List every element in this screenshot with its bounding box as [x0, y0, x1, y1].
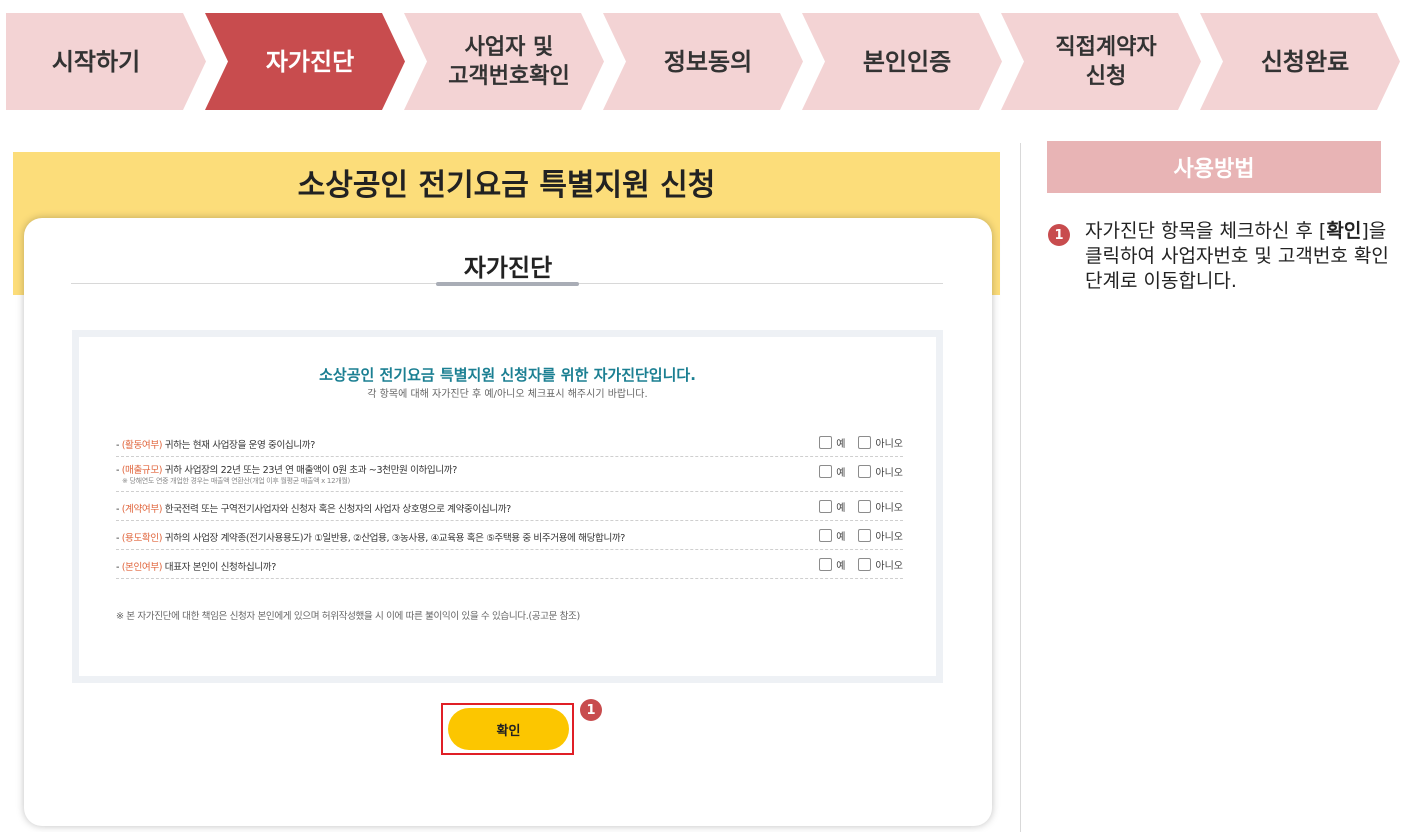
yes-option[interactable]: 예	[819, 435, 845, 450]
step-label-line1: 사업자 및	[464, 34, 554, 60]
survey-box: 소상공인 전기요금 특별지원 신청자를 위한 자가진단입니다. 각 항목에 대해…	[72, 330, 943, 683]
question-text: - (매출규모) 귀하 사업장의 22년 또는 23년 연 매출액이 0원 초과…	[116, 462, 457, 476]
question-text: - (계약여부) 한국전력 또는 구역전기사업자와 신청자 혹은 신청자의 사업…	[116, 501, 511, 515]
question-row-activity: - (활동여부) 귀하는 현재 사업장을 운영 중이십니까? 예 아니오	[116, 428, 903, 457]
question-body: 귀하 사업장의 22년 또는 23년 연 매출액이 0원 초과 ~3천만원 이하…	[162, 465, 458, 476]
step-progress-bar: 시작하기 자가진단 사업자 및 고객번호확인 정보동의 본인인증 직접계약자 신…	[6, 13, 1401, 110]
question-row-usage: - (용도확인) 귀하의 사업장 계약종(전기사용용도)가 ①일반용, ②산업용…	[116, 521, 903, 550]
usage-step-badge: 1	[1048, 224, 1070, 246]
question-row-revenue: - (매출규모) 귀하 사업장의 22년 또는 23년 연 매출액이 0원 초과…	[116, 457, 903, 492]
no-option[interactable]: 아니오	[858, 435, 903, 450]
step-business-customer-number: 사업자 및 고객번호확인	[404, 13, 604, 110]
disclaimer-notice: ※ 본 자가진단에 대한 책임은 신청자 본인에게 있으며 허위작성했을 시 이…	[116, 611, 580, 622]
yes-checkbox[interactable]	[819, 529, 833, 542]
no-option[interactable]: 아니오	[858, 499, 903, 514]
self-diagnosis-card: 자가진단 소상공인 전기요금 특별지원 신청자를 위한 자가진단입니다. 각 항…	[24, 218, 992, 826]
yes-option[interactable]: 예	[819, 528, 845, 543]
no-label: 아니오	[875, 561, 903, 572]
no-checkbox[interactable]	[858, 558, 872, 571]
confirm-button[interactable]: 확인	[448, 708, 569, 750]
yes-checkbox[interactable]	[819, 500, 833, 513]
no-option[interactable]: 아니오	[858, 557, 903, 572]
question-tag: (활동여부)	[121, 440, 163, 451]
no-label: 아니오	[875, 532, 903, 543]
usage-title: 사용방법	[1047, 141, 1381, 193]
yes-checkbox[interactable]	[819, 558, 833, 571]
step-label-line1: 직접계약자	[1055, 34, 1157, 60]
usage-text-bold: 확인	[1326, 220, 1362, 242]
usage-instruction: 자가진단 항목을 체크하신 후 [확인]을 클릭하여 사업자번호 및 고객번호 …	[1085, 219, 1395, 294]
step-label-line2: 고객번호확인	[448, 63, 570, 89]
question-text: - (활동여부) 귀하는 현재 사업장을 운영 중이십니까?	[116, 437, 315, 451]
step-label: 본인인증	[862, 47, 952, 76]
answer-options: 예 아니오	[806, 435, 903, 450]
survey-heading: 소상공인 전기요금 특별지원 신청자를 위한 자가진단입니다.	[319, 366, 696, 384]
no-checkbox[interactable]	[858, 465, 872, 478]
answer-options: 예 아니오	[806, 499, 903, 514]
answer-options: 예 아니오	[806, 528, 903, 543]
yes-label: 예	[836, 561, 846, 572]
question-tag: (계약여부)	[121, 504, 163, 515]
step-identity-verification: 본인인증	[802, 13, 1002, 110]
question-list: - (활동여부) 귀하는 현재 사업장을 운영 중이십니까? 예 아니오 - (…	[116, 428, 903, 579]
yes-label: 예	[836, 468, 846, 479]
no-option[interactable]: 아니오	[858, 464, 903, 479]
yes-option[interactable]: 예	[819, 557, 845, 572]
yes-label: 예	[836, 439, 846, 450]
yes-label: 예	[836, 532, 846, 543]
step-label-line2: 신청	[1085, 63, 1127, 89]
usage-text-before: 자가진단 항목을 체크하신 후 [	[1085, 220, 1327, 242]
step-number-badge: 1	[580, 699, 602, 721]
no-label: 아니오	[875, 503, 903, 514]
question-text: - (용도확인) 귀하의 사업장 계약종(전기사용용도)가 ①일반용, ②산업용…	[116, 530, 625, 544]
answer-options: 예 아니오	[806, 464, 903, 479]
question-tag: (본인여부)	[121, 562, 163, 573]
question-tag: (용도확인)	[121, 533, 163, 544]
no-checkbox[interactable]	[858, 529, 872, 542]
step-label: 시작하기	[51, 47, 141, 76]
question-body: 한국전력 또는 구역전기사업자와 신청자 혹은 신청자의 사업자 상호명으로 계…	[162, 504, 512, 515]
survey-subheading: 각 항목에 대해 자가진단 후 예/아니오 체크표시 해주시기 바랍니다.	[367, 389, 648, 400]
step-label: 신청완료	[1260, 47, 1350, 76]
question-row-contract: - (계약여부) 한국전력 또는 구역전기사업자와 신청자 혹은 신청자의 사업…	[116, 492, 903, 521]
question-body: 대표자 본인이 신청하십니까?	[162, 562, 277, 573]
yes-label: 예	[836, 503, 846, 514]
step-direct-contractor-apply: 직접계약자 신청	[1001, 13, 1201, 110]
no-label: 아니오	[875, 468, 903, 479]
card-title: 자가진단	[463, 254, 553, 282]
yes-checkbox[interactable]	[819, 465, 833, 478]
step-complete: 신청완료	[1200, 13, 1400, 110]
question-tag: (매출규모)	[121, 465, 163, 476]
yes-option[interactable]: 예	[819, 464, 845, 479]
title-underline	[436, 282, 579, 286]
highlight-box: 확인	[441, 703, 574, 755]
step-label: 직접계약자 신청	[1045, 33, 1156, 91]
step-label: 자가진단	[265, 47, 355, 76]
no-checkbox[interactable]	[858, 500, 872, 513]
step-label: 사업자 및 고객번호확인	[438, 33, 569, 91]
question-note: ※ 당해연도 연중 개업한 경우는 매출액 연환산(개업 이후 월평균 매출액 …	[122, 477, 350, 485]
step-info-consent: 정보동의	[603, 13, 803, 110]
no-option[interactable]: 아니오	[858, 528, 903, 543]
yes-checkbox[interactable]	[819, 436, 833, 449]
step-label: 정보동의	[663, 47, 753, 76]
step-start: 시작하기	[6, 13, 206, 110]
question-body: 귀하의 사업장 계약종(전기사용용도)가 ①일반용, ②산업용, ③농사용, ④…	[162, 533, 626, 544]
question-text: - (본인여부) 대표자 본인이 신청하십니까?	[116, 559, 276, 573]
step-self-diagnosis: 자가진단	[205, 13, 405, 110]
question-body: 귀하는 현재 사업장을 운영 중이십니까?	[162, 440, 316, 451]
answer-options: 예 아니오	[806, 557, 903, 572]
no-checkbox[interactable]	[858, 436, 872, 449]
question-row-identity: - (본인여부) 대표자 본인이 신청하십니까? 예 아니오	[116, 550, 903, 579]
yes-option[interactable]: 예	[819, 499, 845, 514]
page-title: 소상공인 전기요금 특별지원 신청	[297, 168, 716, 203]
sidebar-divider	[1020, 143, 1021, 832]
no-label: 아니오	[875, 439, 903, 450]
